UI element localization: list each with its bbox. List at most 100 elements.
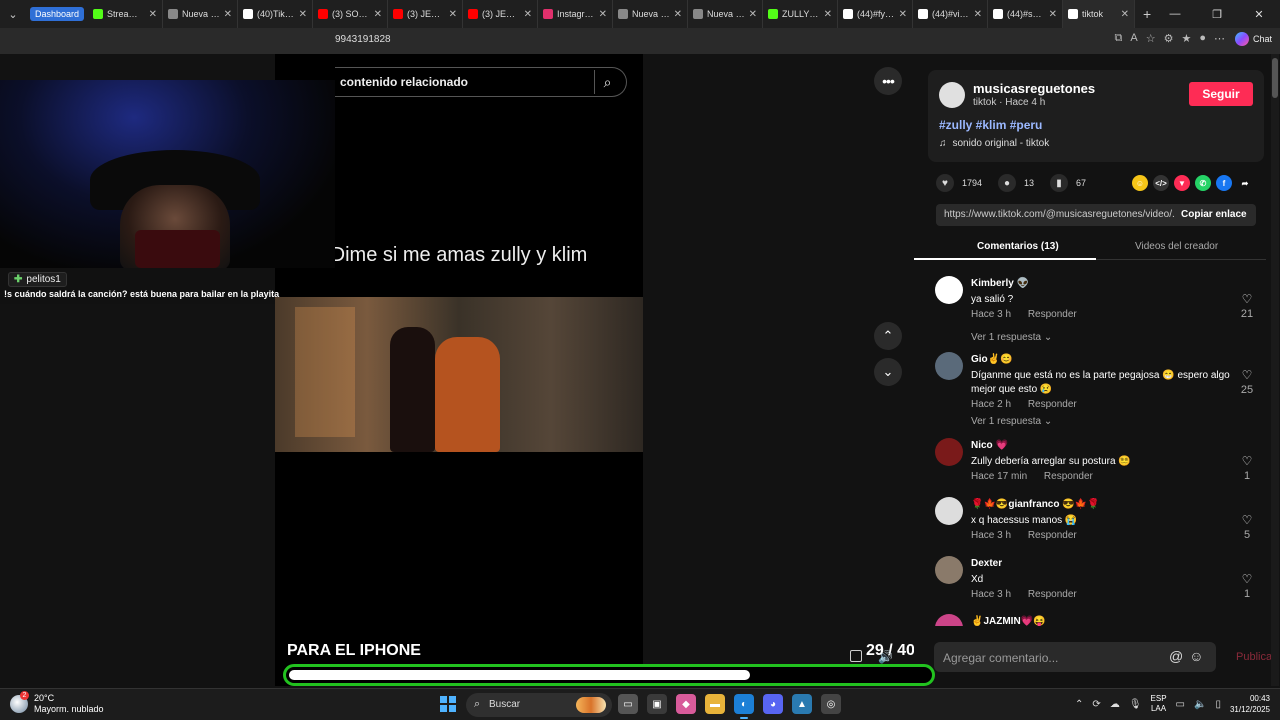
related-search-text[interactable]: contenido relacionado xyxy=(340,75,468,89)
clock[interactable]: 00:43 31/12/2025 xyxy=(1230,693,1270,715)
close-tab-icon[interactable]: ✕ xyxy=(974,9,982,20)
heart-outline-icon[interactable]: ♡ xyxy=(1237,513,1257,527)
comment-author[interactable]: 🌹🍁😎gianfranco 😎🍁🌹 xyxy=(971,499,1100,510)
comment-input[interactable]: Agregar comentario... @ ☺ xyxy=(934,642,1216,672)
browser-tab[interactable]: tiktok ✕ xyxy=(1063,0,1136,28)
close-tab-icon[interactable]: ✕ xyxy=(674,9,682,20)
reply-button[interactable]: Responder xyxy=(1028,530,1077,541)
close-tab-icon[interactable]: ✕ xyxy=(149,9,157,20)
browser-tab[interactable]: (3) SOUND ✕ xyxy=(313,0,389,28)
heart-outline-icon[interactable]: ♡ xyxy=(1237,368,1257,382)
coin-icon[interactable]: ☺ xyxy=(1132,175,1148,191)
close-tab-icon[interactable]: ✕ xyxy=(449,9,457,20)
close-tab-icon[interactable]: ✕ xyxy=(224,9,232,20)
comment-author[interactable]: Nico 💗 xyxy=(971,440,1008,451)
emoji-icon[interactable]: ☺ xyxy=(1189,648,1203,664)
hashtags[interactable]: #zully #klim #peru xyxy=(939,118,1042,132)
store-icon[interactable]: ▣ xyxy=(647,694,667,714)
close-tab-icon[interactable]: ✕ xyxy=(749,9,757,20)
tab-creator-videos[interactable]: Videos del creador xyxy=(1135,241,1218,252)
heart-outline-icon[interactable]: ♡ xyxy=(1237,292,1257,306)
avatar[interactable] xyxy=(935,352,963,380)
view-replies-button[interactable]: Ver 1 respuesta ⌄ xyxy=(971,416,1052,427)
close-tab-icon[interactable]: ✕ xyxy=(1049,9,1057,20)
url-field[interactable]: 9943191828 xyxy=(335,34,391,45)
minimize-button[interactable]: — xyxy=(1154,0,1196,28)
reply-button[interactable]: Responder xyxy=(1028,309,1077,320)
microphone-icon[interactable]: 🎙 xyxy=(1129,699,1142,710)
comment-author[interactable]: Gio✌️😊 xyxy=(971,354,1013,365)
avatar[interactable] xyxy=(935,497,963,525)
file-explorer-icon[interactable]: ▬ xyxy=(705,694,725,714)
copilot-chat-button[interactable]: Chat xyxy=(1234,32,1272,46)
search-icon[interactable]: ⌕ xyxy=(594,70,620,94)
whatsapp-icon[interactable]: ✆ xyxy=(1195,175,1211,191)
browser-tab[interactable]: Nueva pes ✕ xyxy=(163,0,239,28)
heart-outline-icon[interactable]: ♡ xyxy=(1237,454,1257,468)
copilot-app-icon[interactable]: ◆ xyxy=(676,694,696,714)
tab-comments[interactable]: Comentarios (13) xyxy=(977,241,1059,252)
weather-widget[interactable]: 2 20°C Mayorm. nublado xyxy=(10,691,104,715)
creator-name[interactable]: musicasreguetones xyxy=(973,81,1095,96)
windows-start-icon[interactable] xyxy=(440,696,456,712)
chevron-up-icon[interactable]: ⌃ xyxy=(1075,699,1083,710)
browser-tab[interactable]: (3) JERE KI ✕ xyxy=(463,0,539,28)
network-icon[interactable]: ▭ xyxy=(1176,699,1185,710)
reply-button[interactable]: Responder xyxy=(1044,471,1093,482)
video-frame[interactable] xyxy=(275,297,643,452)
share-link[interactable]: https://www.tiktok.com/@musicasreguetone… xyxy=(944,209,1174,220)
page-scrollbar[interactable] xyxy=(1271,54,1279,686)
creator-avatar[interactable] xyxy=(939,82,965,108)
translate-icon[interactable]: A xyxy=(1130,32,1137,45)
close-tab-icon[interactable]: ✕ xyxy=(899,9,907,20)
edge-browser-icon[interactable]: ◐ xyxy=(734,694,754,719)
browser-tab[interactable]: (40)TikTok ✕ xyxy=(238,0,314,28)
avatar[interactable] xyxy=(935,614,963,626)
browser-tab[interactable]: (44)#sachi ✕ xyxy=(988,0,1064,28)
close-window-button[interactable]: ✕ xyxy=(1238,0,1280,28)
browser-tab[interactable]: Instagram ✕ xyxy=(538,0,614,28)
comment-icon[interactable]: ● xyxy=(998,174,1017,192)
avatar[interactable] xyxy=(935,276,963,304)
language-indicator[interactable]: ESP LAA xyxy=(1151,694,1167,714)
sync-icon[interactable]: ⟳ xyxy=(1092,699,1100,710)
avatar[interactable] xyxy=(935,438,963,466)
favorites-icon[interactable]: ★ xyxy=(1181,32,1191,45)
favorite-star-icon[interactable]: ☆ xyxy=(1146,32,1156,45)
taskbar-search[interactable]: ⌕ Buscar xyxy=(466,693,612,717)
profile-avatar-icon[interactable]: ● xyxy=(1199,32,1206,45)
browser-tab[interactable]: (44)#fyp # ✕ xyxy=(838,0,914,28)
photos-icon[interactable]: ▲ xyxy=(792,694,812,714)
close-tab-icon[interactable]: ✕ xyxy=(299,9,307,20)
close-tab-icon[interactable]: ✕ xyxy=(374,9,382,20)
bookmark-icon[interactable]: ▮ xyxy=(1050,174,1069,192)
comment-author[interactable]: Dexter xyxy=(971,558,1002,569)
volume-tray-icon[interactable]: 🔈 xyxy=(1194,699,1206,710)
comment-author[interactable]: Kimberly 👽 xyxy=(971,278,1029,289)
task-view-icon[interactable]: ▭ xyxy=(618,694,638,714)
volume-icon[interactable]: 🔊 xyxy=(878,650,893,664)
tab-group-label[interactable]: Dashboard xyxy=(30,7,85,21)
close-tab-icon[interactable]: ✕ xyxy=(524,9,532,20)
share-arrow-icon[interactable]: ➦ xyxy=(1237,175,1253,191)
reply-button[interactable]: Responder xyxy=(1028,589,1077,600)
previous-video-button[interactable]: ⌃ xyxy=(874,322,902,350)
close-tab-icon[interactable]: ✕ xyxy=(599,9,607,20)
mention-icon[interactable]: @ xyxy=(1169,648,1183,664)
browser-tab[interactable]: (44)#viralt ✕ xyxy=(913,0,989,28)
scrollbar-thumb[interactable] xyxy=(1272,58,1278,98)
discord-icon[interactable]: ◕ xyxy=(763,694,783,714)
browser-tab[interactable]: (3) JERE KI ✕ xyxy=(388,0,464,28)
follow-button[interactable]: Seguir xyxy=(1189,82,1253,106)
facebook-icon[interactable]: f xyxy=(1216,175,1232,191)
post-comment-button[interactable]: Publicar xyxy=(1236,651,1276,663)
avatar[interactable] xyxy=(935,556,963,584)
browser-tab[interactable]: Stream - K ✕ xyxy=(88,0,164,28)
tab-actions-menu[interactable]: ⌄ xyxy=(0,0,26,28)
battery-icon[interactable]: ▯ xyxy=(1215,699,1221,710)
reply-button[interactable]: Responder xyxy=(1028,399,1077,410)
heart-outline-icon[interactable]: ♡ xyxy=(1237,572,1257,586)
copy-link-button[interactable]: Copiar enlace xyxy=(1181,209,1247,220)
view-replies-button[interactable]: Ver 1 respuesta ⌄ xyxy=(971,332,1052,343)
open-in-app-icon[interactable]: ⧉ xyxy=(1115,32,1123,45)
